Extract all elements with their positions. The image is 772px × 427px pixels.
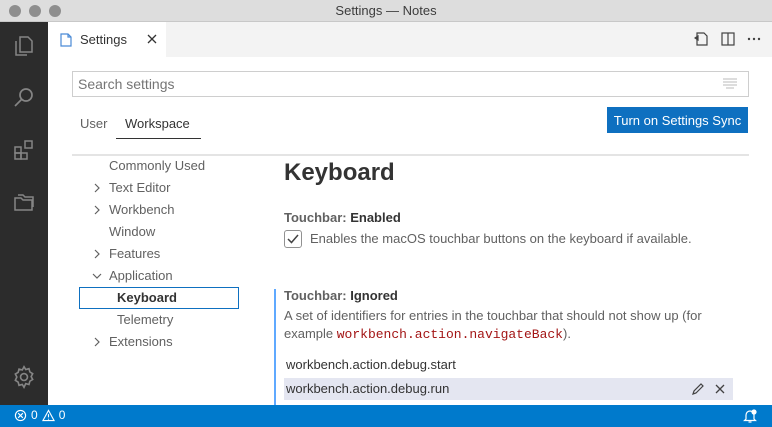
settings-file-icon bbox=[60, 32, 72, 47]
warning-icon bbox=[41, 408, 55, 421]
touchbar-ignored-description: A set of identifiers for entries in the … bbox=[284, 308, 702, 342]
search-icon[interactable] bbox=[0, 74, 48, 122]
editor-tab-bar: Settings bbox=[48, 22, 772, 57]
command-id-code: workbench.action.navigateBack bbox=[336, 327, 563, 342]
error-icon bbox=[14, 409, 27, 421]
tab-settings[interactable]: Settings bbox=[48, 22, 166, 57]
settings-editor: User Workspace Turn on Settings Sync Com… bbox=[48, 57, 772, 405]
toc-item-window[interactable]: Window bbox=[72, 221, 239, 243]
extensions-icon[interactable] bbox=[0, 126, 48, 174]
focused-setting-indicator bbox=[274, 289, 276, 405]
setting-title-touchbar-enabled: Touchbar: Enabled bbox=[284, 210, 401, 225]
activity-bar bbox=[0, 22, 48, 405]
setting-title-touchbar-ignored: Touchbar: Ignored bbox=[284, 288, 398, 303]
split-editor-icon[interactable] bbox=[720, 30, 736, 48]
chevron-right-icon bbox=[94, 205, 100, 215]
toc-item-application[interactable]: Application bbox=[72, 265, 239, 287]
chevron-down-icon bbox=[92, 273, 102, 279]
edit-icon[interactable] bbox=[690, 381, 706, 397]
settings-search-box bbox=[72, 71, 749, 97]
settings-gear-icon[interactable] bbox=[0, 353, 48, 401]
scope-tab-indicator bbox=[116, 138, 201, 139]
list-item[interactable]: workbench.action.debug.run bbox=[284, 378, 733, 400]
window-title: Settings — Notes bbox=[335, 3, 437, 18]
title-bar: Settings — Notes bbox=[0, 0, 772, 22]
search-input[interactable] bbox=[73, 72, 703, 96]
touchbar-enabled-checkbox[interactable] bbox=[284, 230, 302, 248]
status-bar: 0 0 bbox=[0, 405, 772, 427]
toc-item-features[interactable]: Features bbox=[72, 243, 239, 265]
editor-actions bbox=[694, 30, 762, 48]
chevron-right-icon bbox=[94, 249, 100, 259]
error-count: 0 bbox=[31, 408, 38, 422]
close-icon[interactable] bbox=[144, 31, 160, 47]
chevron-right-icon bbox=[94, 183, 100, 193]
open-settings-json-icon[interactable] bbox=[694, 30, 710, 48]
toc-item-telemetry[interactable]: Telemetry bbox=[72, 309, 239, 331]
toc-item-workbench[interactable]: Workbench bbox=[72, 199, 239, 221]
tab-user-scope[interactable]: User bbox=[80, 116, 107, 131]
notifications-bell-icon[interactable] bbox=[742, 408, 758, 424]
chevron-right-icon bbox=[94, 337, 100, 347]
tab-label: Settings bbox=[80, 32, 127, 47]
vscode-window: Settings — Notes Settings Search setting… bbox=[0, 0, 772, 427]
toc-item-extensions[interactable]: Extensions bbox=[72, 331, 239, 353]
folders-icon[interactable] bbox=[0, 178, 48, 226]
toc-item-keyboard[interactable]: Keyboard bbox=[79, 287, 239, 309]
toc-item-commonly-used[interactable]: Commonly Used bbox=[72, 155, 239, 177]
list-item[interactable]: workbench.action.debug.start bbox=[284, 354, 733, 376]
warning-count: 0 bbox=[58, 408, 66, 422]
turn-on-settings-sync-button[interactable]: Turn on Settings Sync bbox=[607, 107, 748, 133]
toc-item-text-editor[interactable]: Text Editor bbox=[72, 177, 239, 199]
more-actions-icon[interactable] bbox=[746, 30, 762, 48]
touchbar-enabled-description: Enables the macOS touchbar buttons on th… bbox=[310, 231, 692, 246]
problems-status[interactable]: 0 0 bbox=[14, 408, 65, 422]
explorer-icon[interactable] bbox=[0, 22, 48, 70]
check-icon bbox=[287, 234, 299, 244]
clear-filter-icon[interactable] bbox=[722, 78, 738, 90]
section-title: Keyboard bbox=[284, 159, 395, 186]
remove-icon[interactable] bbox=[712, 381, 728, 397]
tab-workspace-scope[interactable]: Workspace bbox=[125, 116, 190, 131]
